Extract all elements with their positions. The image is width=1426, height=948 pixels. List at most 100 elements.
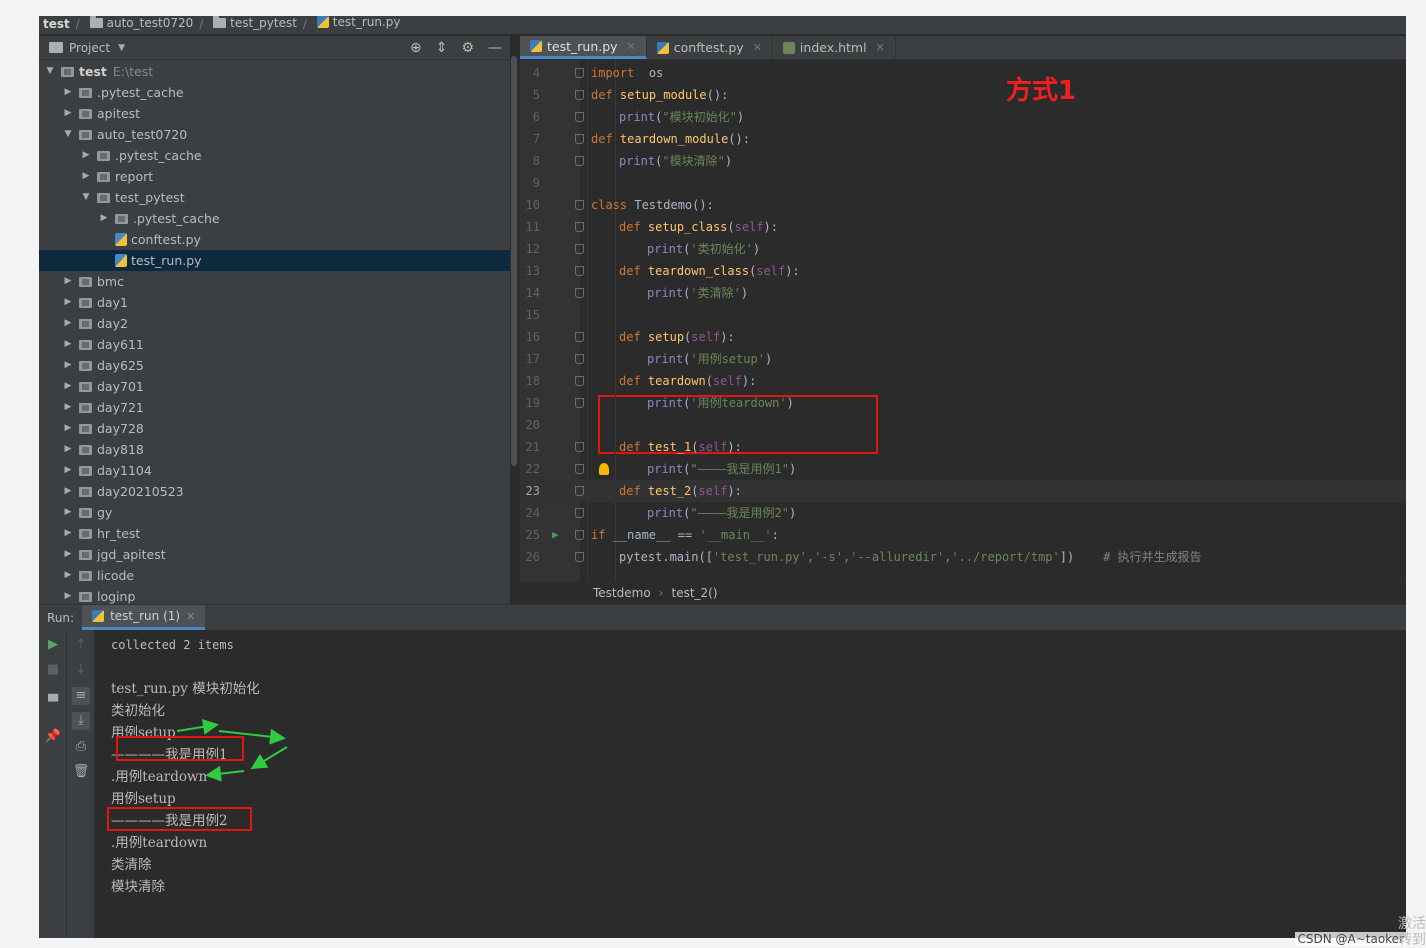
chevron-right-icon[interactable]: ▶ <box>61 397 75 418</box>
fold-marker-icon[interactable] <box>575 354 584 364</box>
chevron-right-icon[interactable]: ▶ <box>61 103 75 124</box>
chevron-down-icon[interactable]: ▼ <box>61 124 75 145</box>
tree-file-item[interactable]: ▶conftest.py <box>39 229 510 250</box>
fold-marker-icon[interactable] <box>575 442 584 452</box>
tree-folder-item[interactable]: ▶ bmc <box>39 271 510 292</box>
code-line[interactable]: 6 print("模块初始化") <box>520 106 1406 128</box>
lightbulb-icon[interactable] <box>599 463 609 475</box>
code-line[interactable]: 17 print('用例setup') <box>520 348 1406 370</box>
chevron-right-icon[interactable]: ▶ <box>61 334 75 355</box>
chevron-right-icon[interactable]: ▶ <box>61 376 75 397</box>
crumb-class[interactable]: Testdemo <box>593 586 651 600</box>
chevron-right-icon[interactable]: ▶ <box>61 523 75 544</box>
code-line[interactable]: 24 print("————我是用例2") <box>520 502 1406 524</box>
fold-marker-icon[interactable] <box>575 112 584 122</box>
fold-marker-icon[interactable] <box>575 90 584 100</box>
chevron-right-icon[interactable]: ▶ <box>61 271 75 292</box>
code-line[interactable]: 14 print('类清除') <box>520 282 1406 304</box>
code-line[interactable]: 26 pytest.main(['test_run.py','-s','--all… <box>520 546 1406 568</box>
chevron-down-icon[interactable]: ▼ <box>79 187 93 208</box>
collapse-all-icon[interactable]: ⇕ <box>436 40 448 56</box>
chevron-right-icon[interactable]: ▶ <box>61 502 75 523</box>
code-line[interactable]: 21 def test_1(self): <box>520 436 1406 458</box>
fold-marker-icon[interactable] <box>575 486 584 496</box>
chevron-right-icon[interactable]: ▶ <box>61 355 75 376</box>
tree-folder-item[interactable]: ▶ day2 <box>39 313 510 334</box>
chevron-right-icon[interactable]: ▶ <box>97 208 111 229</box>
code-line[interactable]: 19 print('用例teardown') <box>520 392 1406 414</box>
code-line[interactable]: 18 def teardown(self): <box>520 370 1406 392</box>
chevron-right-icon[interactable]: ▶ <box>61 460 75 481</box>
tree-file-item[interactable]: ▶test_run.py <box>39 250 510 271</box>
chevron-right-icon[interactable]: ▶ <box>61 481 75 502</box>
tree-folder-item[interactable]: ▶ day1104 <box>39 460 510 481</box>
breadcrumb-root[interactable]: test <box>43 18 70 30</box>
fold-marker-icon[interactable] <box>575 156 584 166</box>
code-line[interactable]: 7 def teardown_module(): <box>520 128 1406 150</box>
code-line[interactable]: 5 def setup_module(): <box>520 84 1406 106</box>
tree-folder-item[interactable]: ▶ licode <box>39 565 510 586</box>
locate-icon[interactable]: ⊕ <box>410 40 422 56</box>
tree-folder-item[interactable]: ▶ report <box>39 166 510 187</box>
chevron-right-icon[interactable]: ▶ <box>61 418 75 439</box>
tree-folder-item[interactable]: ▶ day20210523 <box>39 481 510 502</box>
chevron-down-icon[interactable]: ▼ <box>43 61 57 82</box>
fold-marker-icon[interactable] <box>575 244 584 254</box>
breadcrumb-test-pytest[interactable]: test_pytest <box>213 16 297 29</box>
fold-marker-icon[interactable] <box>575 552 584 562</box>
code-line[interactable]: 23 def test_2(self): <box>520 480 1406 502</box>
tree-folder-item[interactable]: ▶ day625 <box>39 355 510 376</box>
fold-marker-icon[interactable] <box>575 332 584 342</box>
chevron-right-icon[interactable]: ▶ <box>61 439 75 460</box>
fold-marker-icon[interactable] <box>575 508 584 518</box>
fold-marker-icon[interactable] <box>575 464 584 474</box>
code-line[interactable]: 20 <box>520 414 1406 436</box>
code-line[interactable]: 16 def setup(self): <box>520 326 1406 348</box>
breadcrumb-auto-test0720[interactable]: auto_test0720 <box>89 16 193 29</box>
tree-folder-item[interactable]: ▶ hr_test <box>39 523 510 544</box>
code-line[interactable]: 12 print('类初始化') <box>520 238 1406 260</box>
fold-marker-icon[interactable] <box>575 134 584 144</box>
run-gutter-icon[interactable]: ▶ <box>552 524 559 546</box>
chevron-down-icon[interactable]: ▼ <box>118 43 125 53</box>
close-icon[interactable]: ✕ <box>627 40 636 53</box>
fold-marker-icon[interactable] <box>575 266 584 276</box>
chevron-right-icon[interactable]: ▶ <box>61 82 75 103</box>
project-view-selector[interactable]: Project <box>69 41 110 55</box>
code-line[interactable]: 8 print("模块清除") <box>520 150 1406 172</box>
close-icon[interactable]: ✕ <box>186 610 195 623</box>
tree-folder-item[interactable]: ▶ gy <box>39 502 510 523</box>
close-icon[interactable]: ✕ <box>876 41 885 54</box>
fold-marker-icon[interactable] <box>575 222 584 232</box>
code-line[interactable]: 4 import os <box>520 62 1406 84</box>
tree-folder-item[interactable]: ▶ day818 <box>39 439 510 460</box>
tree-folder-item[interactable]: ▶ day1 <box>39 292 510 313</box>
code-line[interactable]: 9 <box>520 172 1406 194</box>
editor-tab[interactable]: conftest.py ✕ <box>647 36 773 59</box>
editor-tab[interactable]: index.html ✕ <box>773 36 896 59</box>
tree-folder-item[interactable]: ▶ apitest <box>39 103 510 124</box>
fold-marker-icon[interactable] <box>575 398 584 408</box>
chevron-right-icon[interactable]: ▶ <box>61 565 75 586</box>
tree-folder-item[interactable]: ▶ jgd_apitest <box>39 544 510 565</box>
breadcrumb-test-run[interactable]: test_run.py <box>316 16 401 28</box>
chevron-right-icon[interactable]: ▶ <box>61 292 75 313</box>
chevron-right-icon[interactable]: ▶ <box>79 145 93 166</box>
chevron-right-icon[interactable]: ▶ <box>61 544 75 565</box>
code-line[interactable]: 13 def teardown_class(self): <box>520 260 1406 282</box>
chevron-right-icon[interactable]: ▶ <box>61 313 75 334</box>
code-line[interactable]: 11 def setup_class(self): <box>520 216 1406 238</box>
fold-marker-icon[interactable] <box>575 288 584 298</box>
tree-folder-item[interactable]: ▶ day721 <box>39 397 510 418</box>
fold-marker-icon[interactable] <box>575 68 584 78</box>
code-line[interactable]: 22 print("————我是用例1") <box>520 458 1406 480</box>
run-tab[interactable]: test_run (1) ✕ <box>82 605 206 630</box>
fold-marker-icon[interactable] <box>575 200 584 210</box>
code-line[interactable]: 25 ▶ if __name__ == '__main__': <box>520 524 1406 546</box>
hide-icon[interactable]: — <box>488 40 502 56</box>
fold-marker-icon[interactable] <box>575 530 584 540</box>
chevron-right-icon[interactable]: ▶ <box>79 166 93 187</box>
close-icon[interactable]: ✕ <box>753 41 762 54</box>
tree-folder-item[interactable]: ▶ .pytest_cache <box>39 208 510 229</box>
crumb-method[interactable]: test_2() <box>671 586 717 600</box>
